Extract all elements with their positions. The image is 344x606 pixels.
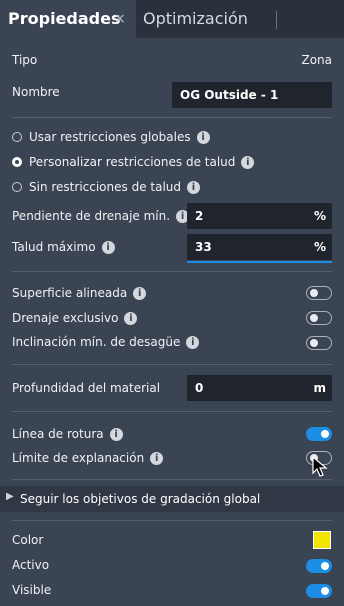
info-icon[interactable]: i [109,428,123,441]
activo-label: Activo [12,558,50,572]
cursor-icon [312,456,328,477]
radio-usar-restricciones[interactable] [12,132,22,142]
tab-propiedades[interactable]: Propiedades × [0,0,136,38]
drenaje-exclusivo-text: Drenaje exclusivo [12,311,119,325]
pendiente-label: Pendiente de drenaje mín. i [12,205,190,227]
superficie-alineada-text: Superficie alineada [12,286,128,300]
material-unit: m [313,381,326,395]
limite-explanacion-label: Límite de explanación i [12,447,164,469]
radio-sin-text: Sin restricciones de talud [29,180,182,194]
tab-divider [276,11,277,29]
talud-input[interactable]: 33 % [187,234,332,260]
toggle-knob [321,562,329,570]
visible-label: Visible [12,583,52,597]
color-swatch[interactable] [313,531,331,549]
pendiente-value: 2 [195,209,204,223]
pendiente-text: Pendiente de drenaje mín. [12,209,171,223]
info-icon[interactable]: i [133,287,147,300]
color-label: Color [12,533,44,547]
pendiente-unit: % [313,209,326,223]
info-icon[interactable]: i [124,312,138,325]
inclinacion-toggle[interactable] [306,336,332,350]
toggle-knob [321,430,329,438]
divider [12,364,332,365]
inclinacion-text: Inclinación mín. de desagüe [12,335,181,349]
close-icon[interactable]: × [114,11,126,27]
info-icon[interactable]: i [187,181,201,194]
linea-rotura-toggle[interactable] [306,427,332,441]
activo-toggle[interactable] [306,559,332,573]
toggle-knob [310,289,318,297]
divider [12,271,332,272]
info-icon[interactable]: i [196,131,210,144]
divider [12,520,332,521]
linea-rotura-text: Línea de rotura [12,427,104,441]
toggle-knob [321,587,329,595]
pendiente-input[interactable]: 2 % [187,203,332,229]
tipo-value: Zona [301,53,332,67]
material-label: Profundidad del material [12,381,161,395]
linea-rotura-label: Línea de rotura i [12,423,123,445]
info-icon[interactable]: i [241,156,255,169]
tab-bar: Propiedades × Optimización [0,0,344,38]
global-grading-label: Seguir los objetivos de gradación global [20,492,261,506]
material-value: 0 [195,381,204,395]
global-grading-section[interactable]: ▶ Seguir los objetivos de gradación glob… [0,486,344,512]
radio-sin-label: Sin restricciones de talud i [29,176,201,198]
info-icon[interactable]: i [150,452,164,465]
divider [12,479,332,480]
limite-explanacion-text: Límite de explanación [12,451,145,465]
radio-personalizar-restricciones[interactable] [12,157,22,167]
inclinacion-label: Inclinación mín. de desagüe i [12,331,200,353]
tab-optimizacion[interactable]: Optimización [143,9,248,28]
material-input[interactable]: 0 m [187,375,332,401]
radio-sin-restricciones[interactable] [12,182,22,192]
superficie-alineada-toggle[interactable] [306,286,332,300]
toggle-knob [310,314,318,322]
nombre-label: Nombre [12,85,60,99]
talud-unit: % [313,240,326,254]
divider [12,411,332,412]
chevron-right-icon: ▶ [6,491,14,502]
talud-text: Talud máximo [12,240,96,254]
radio-personalizar-label: Personalizar restricciones de talud i [29,151,255,173]
talud-label: Talud máximo i [12,236,115,258]
superficie-alineada-label: Superficie alineada i [12,282,147,304]
info-icon[interactable]: i [186,336,200,349]
drenaje-exclusivo-label: Drenaje exclusivo i [12,307,138,329]
tab-propiedades-label: Propiedades [8,9,121,28]
radio-usar-label: Usar restricciones globales i [29,126,210,148]
nombre-input-value: OG Outside - 1 [180,88,279,102]
nombre-input[interactable]: OG Outside - 1 [172,82,332,108]
radio-personalizar-text: Personalizar restricciones de talud [29,155,236,169]
visible-toggle[interactable] [306,584,332,598]
talud-focus-underline [187,261,332,263]
info-icon[interactable]: i [101,241,115,254]
radio-usar-text: Usar restricciones globales [29,130,191,144]
drenaje-exclusivo-toggle[interactable] [306,311,332,325]
tipo-label: Tipo [12,53,38,67]
talud-value: 33 [195,240,212,254]
toggle-knob [310,339,318,347]
divider [12,117,332,118]
